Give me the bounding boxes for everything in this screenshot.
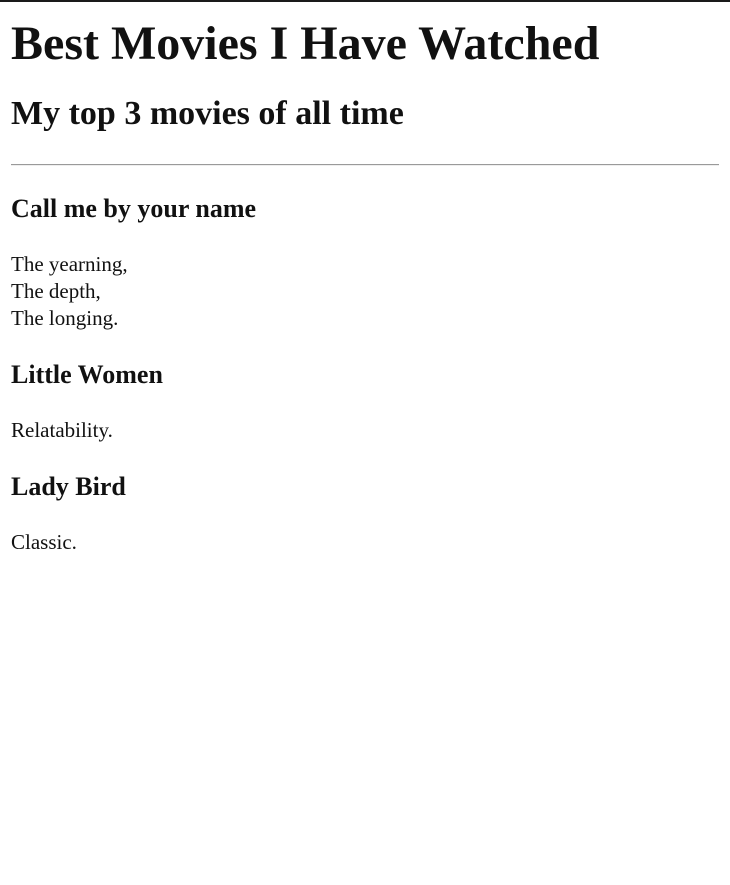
movie-description: The yearning, The depth, The longing.	[11, 251, 719, 332]
movie-description: Classic.	[11, 529, 719, 556]
movie-title: Little Women	[11, 360, 163, 389]
description-line: The longing.	[11, 306, 119, 330]
movie-entry-lady-bird: Lady Bird Classic.	[11, 472, 719, 556]
movie-title: Call me by your name	[11, 194, 257, 223]
page-title: Best Movies I Have Watched	[11, 17, 600, 70]
movie-title: Lady Bird	[11, 472, 126, 501]
page-subtitle: My top 3 movies of all time	[11, 95, 404, 132]
divider	[11, 164, 719, 166]
description-line: The yearning,	[11, 252, 128, 276]
movie-description: Relatability.	[11, 417, 719, 444]
movie-entry-little-women: Little Women Relatability.	[11, 360, 719, 444]
description-line: The depth,	[11, 279, 101, 303]
description-line: Relatability.	[11, 418, 113, 442]
movie-entry-call-me-by-your-name: Call me by your name The yearning, The d…	[11, 194, 719, 332]
description-line: Classic.	[11, 530, 77, 554]
